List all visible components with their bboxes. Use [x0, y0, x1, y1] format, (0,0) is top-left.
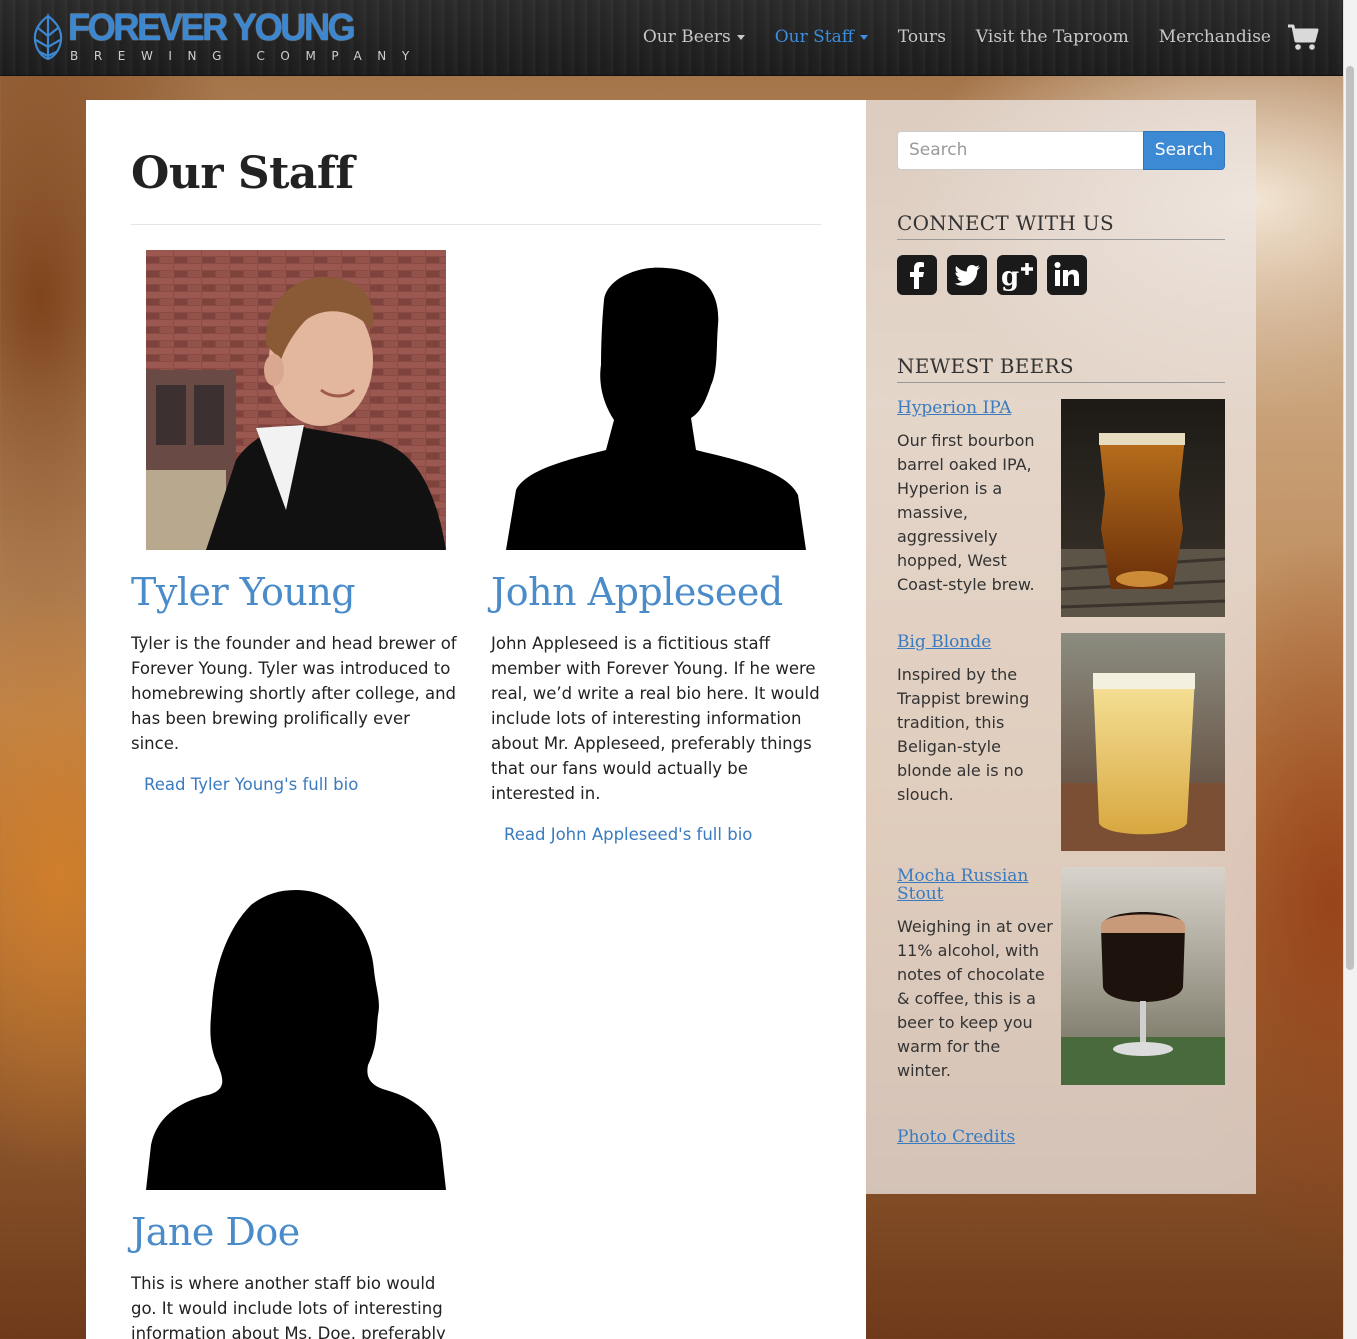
- beer-title-link[interactable]: Hyperion IPA: [897, 399, 1037, 417]
- staff-name: John Appleseed: [491, 570, 783, 614]
- staff-name: Tyler Young: [131, 570, 356, 614]
- stout-beer-photo: [1061, 867, 1225, 1085]
- nav-our-beers-label: Our Beers: [642, 27, 731, 47]
- search-button[interactable]: Search: [1143, 131, 1225, 170]
- staff-bio: John Appleseed is a fictitious staff mem…: [491, 634, 820, 803]
- google-plus-icon[interactable]: g: [997, 255, 1037, 295]
- beer-title-link[interactable]: Mocha Russian Stout: [897, 867, 1037, 903]
- page-scrollbar[interactable]: [1343, 0, 1357, 1339]
- main-menu: Our Beers Our Staff Tours Visit the Tapr…: [613, 20, 1319, 54]
- beer-item: Hyperion IPA Our first bourbon barrel oa…: [897, 399, 1225, 617]
- connect-heading: CONNECT WITH US: [897, 211, 1225, 240]
- nav-merchandise-label: Merchandise: [1158, 27, 1271, 47]
- facebook-icon[interactable]: [897, 255, 937, 295]
- beer-description: Weighing in at over 11% alcohol, with no…: [897, 917, 1053, 1080]
- brand-logo[interactable]: FOREVER YOUNG BREWING COMPANY: [30, 7, 409, 66]
- sidebar: Search Search CONNECT WITH US g NEWEST B…: [866, 100, 1256, 1194]
- staff-name: Jane Doe: [131, 1210, 300, 1254]
- beer-photo[interactable]: [1061, 399, 1225, 617]
- scrollbar-thumb[interactable]: [1346, 66, 1354, 970]
- shopping-cart-icon[interactable]: [1287, 23, 1319, 51]
- brand-title: FOREVER YOUNG: [68, 7, 356, 49]
- title-divider: [131, 224, 821, 225]
- svg-text:g: g: [1001, 262, 1019, 292]
- female-silhouette-icon: [146, 890, 446, 1190]
- newest-beers-heading: NEWEST BEERS: [897, 354, 1225, 383]
- hop-logo-icon: [33, 13, 63, 61]
- nav-our-beers[interactable]: Our Beers: [643, 27, 745, 47]
- staff-card: Tyler Young Tyler is the founder and hea…: [131, 250, 461, 810]
- nav-visit-taproom-label: Visit the Taproom: [975, 27, 1129, 47]
- staff-photo-john: [506, 250, 806, 550]
- staff-bio: This is where another staff bio would go…: [131, 1274, 446, 1339]
- amber-beer-photo: [1061, 399, 1225, 617]
- beer-description: Inspired by the Trappist brewing traditi…: [897, 665, 1030, 804]
- portrait-photo: [146, 250, 446, 550]
- main-content: Our Staff Tyler Young Tyler is the found…: [86, 100, 866, 1339]
- photo-credits-link[interactable]: Photo Credits: [897, 1127, 1015, 1147]
- staff-bio: Tyler is the founder and head brewer of …: [131, 634, 457, 753]
- nav-tours[interactable]: Tours: [898, 27, 946, 47]
- page-title: Our Staff: [131, 148, 354, 199]
- top-navbar: FOREVER YOUNG BREWING COMPANY Our Beers …: [0, 0, 1343, 76]
- staff-card: John Appleseed John Appleseed is a ficti…: [491, 250, 821, 860]
- read-full-bio-link[interactable]: Read John Appleseed's full bio: [504, 825, 752, 844]
- nav-our-staff-label: Our Staff: [774, 27, 854, 47]
- beer-description: Our first bourbon barrel oaked IPA, Hype…: [897, 431, 1035, 594]
- staff-photo-jane: [146, 890, 446, 1190]
- chevron-down-icon: [859, 34, 868, 40]
- brand-subtitle: BREWING COMPANY: [70, 49, 425, 63]
- beer-photo[interactable]: [1061, 867, 1225, 1085]
- chevron-down-icon: [736, 34, 745, 40]
- linkedin-icon[interactable]: [1047, 255, 1087, 295]
- read-full-bio-link[interactable]: Read Tyler Young's full bio: [144, 775, 358, 794]
- male-silhouette-icon: [506, 267, 806, 550]
- beer-photo[interactable]: [1061, 633, 1225, 851]
- staff-photo-tyler: [146, 250, 446, 550]
- social-links: g: [897, 255, 1097, 295]
- search-input[interactable]: Search: [897, 131, 1143, 170]
- beer-title-link[interactable]: Big Blonde: [897, 633, 1037, 651]
- nav-tours-label: Tours: [897, 27, 946, 47]
- blonde-beer-photo: [1061, 633, 1225, 851]
- twitter-icon[interactable]: [947, 255, 987, 295]
- nav-our-staff[interactable]: Our Staff: [775, 27, 868, 47]
- staff-card: Jane Doe This is where another staff bio…: [131, 890, 461, 1339]
- nav-visit-taproom[interactable]: Visit the Taproom: [976, 27, 1129, 47]
- beer-item: Big Blonde Inspired by the Trappist brew…: [897, 633, 1225, 851]
- nav-merchandise[interactable]: Merchandise: [1159, 27, 1271, 47]
- beer-item: Mocha Russian Stout Weighing in at over …: [897, 867, 1225, 1085]
